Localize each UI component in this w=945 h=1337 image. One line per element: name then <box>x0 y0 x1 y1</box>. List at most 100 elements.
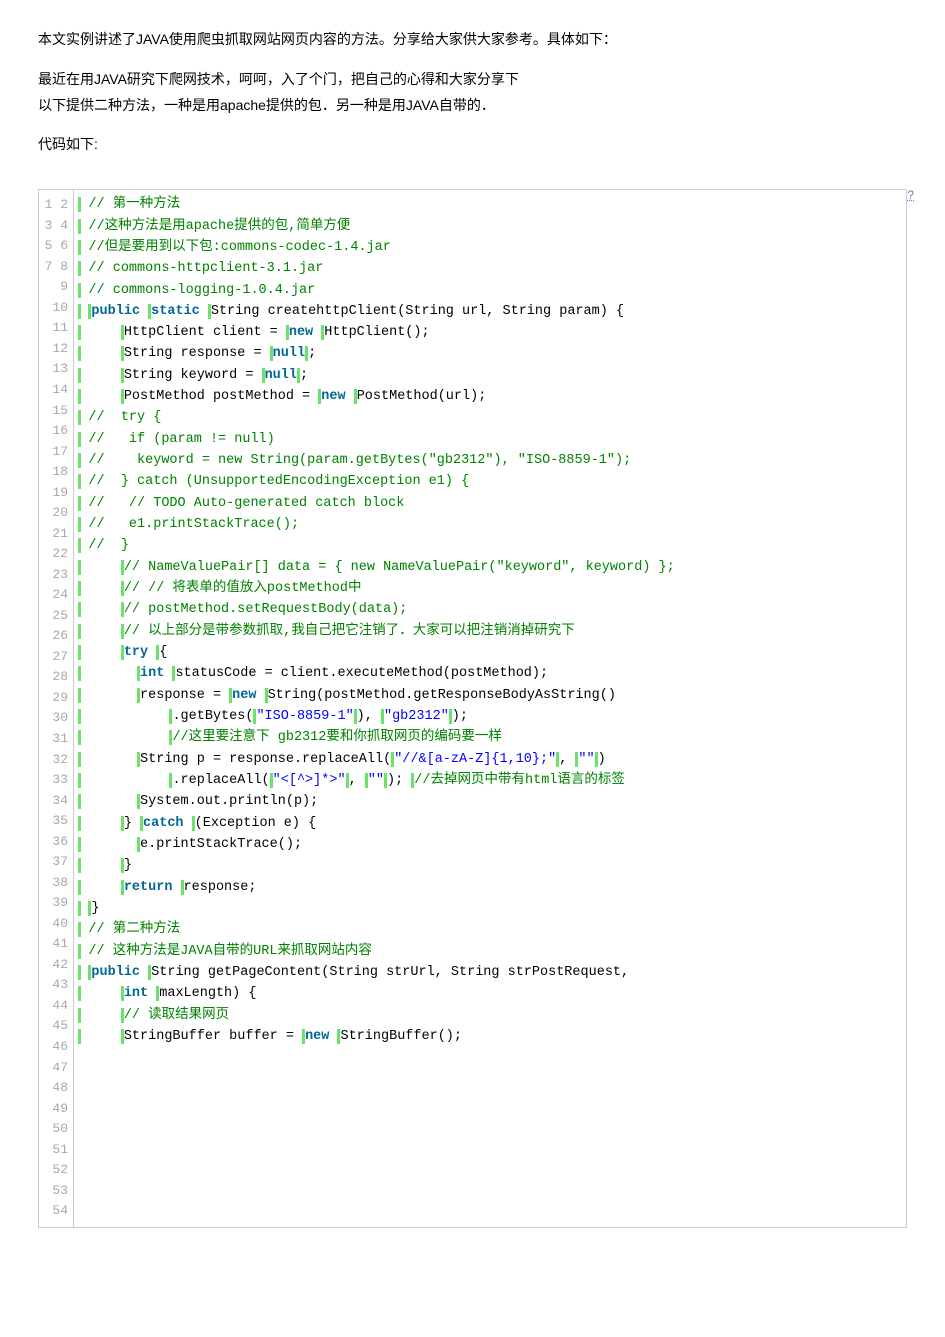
code-text: String(postMethod.getResponseBodyAsStrin… <box>268 688 616 703</box>
code-indent <box>88 858 120 873</box>
code-indent <box>88 645 120 660</box>
code-indent <box>88 730 169 745</box>
help-icon[interactable]: ? <box>907 188 914 202</box>
code-keyword: new <box>305 1029 329 1044</box>
code-text: System.out.println(p); <box>140 794 318 809</box>
code-text: PostMethod(url); <box>357 389 487 404</box>
code-text: ) <box>598 752 606 767</box>
code-text: ; <box>308 346 316 361</box>
code-indent <box>88 325 120 340</box>
intro-paragraph-3: 以下提供二种方法，一种是用apache提供的包．另一种是用JAVA自带的． <box>38 94 907 118</box>
code-indent <box>88 688 137 703</box>
code-comment: // } <box>88 538 129 553</box>
code-comment: // 以上部分是带参数抓取,我自己把它注销了．大家可以把注销消掉研究下 <box>124 624 575 639</box>
code-comment: // NameValuePair[] data = { new NameValu… <box>124 560 675 575</box>
code-indent <box>88 986 120 1001</box>
code-text: ); <box>387 773 411 788</box>
code-comment: //这里要注意下 gb2312要和你抓取网页的编码要一样 <box>172 730 501 745</box>
code-comment: // keyword = new String(param.getBytes("… <box>88 453 631 468</box>
code-comment: // commons-logging-1.0.4.jar <box>88 283 315 298</box>
code-string: "<[^>]*>" <box>273 773 346 788</box>
code-block: ? 1 2 3 4 5 6 7 8 9 10 11 12 13 14 15 16… <box>38 189 907 1228</box>
code-indent <box>88 709 169 724</box>
code-indent <box>88 752 137 767</box>
code-string: "" <box>578 752 594 767</box>
code-text: response; <box>184 880 257 895</box>
intro-paragraph-4: 代码如下: <box>38 133 907 157</box>
code-comment: // commons-httpclient-3.1.jar <box>88 261 323 276</box>
code-text: String keyword = <box>124 368 262 383</box>
code-string: "gb2312" <box>384 709 449 724</box>
code-string: "ISO-8859-1" <box>256 709 353 724</box>
code-content: // 第一种方法 //这种方法是用apache提供的包,简单方便 //但是要用到… <box>78 194 904 1047</box>
code-text: StringBuffer buffer = <box>124 1029 302 1044</box>
code-text: ; <box>300 368 308 383</box>
code-text: StringBuffer(); <box>340 1029 462 1044</box>
code-text: response = <box>140 688 229 703</box>
intro-paragraph-2: 最近在用JAVA研究下爬网技术，呵呵，入了个门，把自己的心得和大家分享下 <box>38 68 907 92</box>
code-indent <box>88 368 120 383</box>
code-comment: // 第一种方法 <box>88 197 180 212</box>
code-comment: // // 将表单的值放入postMethod中 <box>124 581 362 596</box>
code-string: "" <box>368 773 384 788</box>
code-string: "//&[a-zA-Z]{1,10};" <box>394 752 556 767</box>
code-comment: //去掉网页中带有html语言的标签 <box>414 773 625 788</box>
code-comment: // if (param != null) <box>88 432 274 447</box>
code-text: , <box>559 752 575 767</box>
code-keyword: new <box>321 389 345 404</box>
code-text: (Exception e) { <box>195 816 317 831</box>
code-text: ), <box>357 709 381 724</box>
code-table: 1 2 3 4 5 6 7 8 9 10 11 12 13 14 15 16 1… <box>39 190 906 1227</box>
code-text: String response = <box>124 346 270 361</box>
code-keyword: return <box>124 880 173 895</box>
code-keyword: try <box>124 645 148 660</box>
code-keyword: static <box>151 304 200 319</box>
code-comment: // try { <box>88 410 161 425</box>
code-keyword: new <box>232 688 256 703</box>
code-keyword: catch <box>143 816 184 831</box>
code-indent <box>88 880 120 895</box>
intro-paragraph-1: 本文实例讲述了JAVA使用爬虫抓取网站网页内容的方法。分享给大家供大家参考。具体… <box>38 28 907 52</box>
code-text: String p = response.replaceAll( <box>140 752 391 767</box>
line-number-gutter: 1 2 3 4 5 6 7 8 9 10 11 12 13 14 15 16 1… <box>40 191 72 1226</box>
code-text: } <box>124 816 140 831</box>
code-comment: // // TODO Auto-generated catch block <box>88 496 404 511</box>
code-indent <box>88 1008 120 1023</box>
code-indent <box>88 389 120 404</box>
code-text: PostMethod postMethod = <box>124 389 318 404</box>
code-indent <box>88 602 120 617</box>
code-text: String getPageContent(String strUrl, Str… <box>151 965 629 980</box>
code-text: .getBytes( <box>172 709 253 724</box>
code-keyword: null <box>273 346 305 361</box>
code-comment: // postMethod.setRequestBody(data); <box>124 602 408 617</box>
code-indent <box>88 560 120 575</box>
code-comment: // 这种方法是JAVA自带的URL来抓取网站内容 <box>88 944 372 959</box>
code-text: statusCode = client.executeMethod(postMe… <box>175 666 548 681</box>
code-indent <box>88 816 120 831</box>
article-body: 本文实例讲述了JAVA使用爬虫抓取网站网页内容的方法。分享给大家供大家参考。具体… <box>0 0 945 183</box>
code-text: , <box>349 773 365 788</box>
code-keyword: int <box>140 666 164 681</box>
code-comment: // e1.printStackTrace(); <box>88 517 299 532</box>
code-text: ); <box>452 709 468 724</box>
code-comment: //但是要用到以下包:commons-codec-1.4.jar <box>88 240 390 255</box>
code-indent <box>88 1029 120 1044</box>
code-text: HttpClient(); <box>324 325 429 340</box>
code-indent <box>88 624 120 639</box>
code-text: } <box>124 858 132 873</box>
code-comment: // } catch (UnsupportedEncodingException… <box>88 474 469 489</box>
code-keyword: new <box>289 325 313 340</box>
code-keyword: public <box>91 304 140 319</box>
code-text: { <box>159 645 167 660</box>
code-text: e.printStackTrace(); <box>140 837 302 852</box>
code-text: HttpClient client = <box>124 325 286 340</box>
code-indent <box>88 773 169 788</box>
code-indent <box>88 794 137 809</box>
code-indent <box>88 581 120 596</box>
code-comment: // 第二种方法 <box>88 922 180 937</box>
code-keyword: null <box>265 368 297 383</box>
code-text: } <box>91 901 99 916</box>
code-indent <box>88 666 137 681</box>
code-comment: // 读取结果网页 <box>124 1008 229 1023</box>
code-text: String createhttpClient(String url, Stri… <box>211 304 624 319</box>
